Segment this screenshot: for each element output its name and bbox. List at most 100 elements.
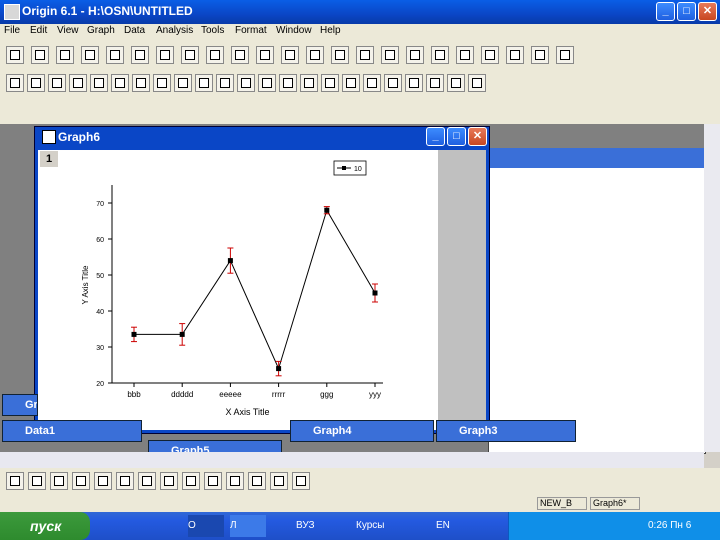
zoom-tool-icon[interactable]: [258, 74, 276, 92]
text-tool-icon[interactable]: [363, 74, 381, 92]
rectangle-tool-icon[interactable]: [447, 74, 465, 92]
taskbar-kursy[interactable]: Курсы: [356, 515, 406, 537]
import-multiple-icon[interactable]: [306, 46, 324, 64]
graph-minimize-button[interactable]: _: [426, 127, 445, 146]
zoom-out-icon[interactable]: [27, 74, 45, 92]
menu-file[interactable]: File: [4, 25, 20, 36]
vertical-scrollbar[interactable]: [704, 124, 720, 452]
menu-format[interactable]: Format: [235, 25, 267, 36]
command-window-icon[interactable]: [506, 46, 524, 64]
minimized-window-data1[interactable]: Data1: [2, 420, 142, 442]
taskbar-l[interactable]: Л: [230, 515, 266, 537]
new-worksheet-icon[interactable]: [6, 46, 24, 64]
speed-mode-icon[interactable]: [153, 74, 171, 92]
menu-window[interactable]: Window: [276, 25, 312, 36]
whole-page-icon[interactable]: [48, 74, 66, 92]
add-layer-icon[interactable]: [90, 74, 108, 92]
new-notes-icon-glyph: [160, 50, 170, 60]
send-back-icon[interactable]: [195, 74, 213, 92]
template-icon[interactable]: [292, 472, 310, 490]
open-template-icon[interactable]: [206, 46, 224, 64]
menu-data[interactable]: Data: [124, 25, 145, 36]
new-function-icon[interactable]: [131, 46, 149, 64]
new-notes-icon[interactable]: [156, 46, 174, 64]
zoom-in-icon[interactable]: [6, 74, 24, 92]
duplicate-icon[interactable]: [356, 46, 374, 64]
save-template-icon[interactable]: [256, 46, 274, 64]
arrange-layers-icon[interactable]: [111, 74, 129, 92]
menu-help[interactable]: Help: [320, 25, 341, 36]
box-chart-icon[interactable]: [248, 472, 266, 490]
language-indicator[interactable]: EN: [436, 515, 456, 537]
x-tick-label: bbb: [127, 390, 141, 399]
project-explorer-icon[interactable]: [481, 46, 499, 64]
layer-icon[interactable]: [556, 46, 574, 64]
menu-edit[interactable]: Edit: [30, 25, 47, 36]
graph-maximize-button[interactable]: □: [447, 127, 466, 146]
refresh-icon[interactable]: [381, 46, 399, 64]
menu-view[interactable]: View: [57, 25, 79, 36]
new-graph-icon[interactable]: [31, 46, 49, 64]
start-button[interactable]: пуск: [0, 512, 90, 540]
arrow-tool-icon[interactable]: [384, 74, 402, 92]
curved-arrow-icon[interactable]: [405, 74, 423, 92]
new-layout-icon[interactable]: [81, 46, 99, 64]
pie-chart-icon[interactable]: [116, 472, 134, 490]
ternary-plot-icon[interactable]: [204, 472, 222, 490]
vector-icon[interactable]: [270, 472, 288, 490]
import-ascii-icon[interactable]: [281, 46, 299, 64]
taskbar-vuz[interactable]: ВУЗ: [296, 515, 336, 537]
line-plot-icon[interactable]: [6, 472, 24, 490]
minimized-window-graph4[interactable]: Graph4: [290, 420, 434, 442]
curved-arrow-icon-glyph: [409, 78, 419, 88]
results-log-icon[interactable]: [406, 46, 424, 64]
draw-data-icon[interactable]: [342, 74, 360, 92]
code-builder-icon[interactable]: [431, 46, 449, 64]
scatter-plot-icon[interactable]: [28, 472, 46, 490]
screen-reader-icon[interactable]: [279, 74, 297, 92]
open-template-icon-glyph: [210, 50, 220, 60]
bring-front-icon[interactable]: [174, 74, 192, 92]
script-window-icon[interactable]: [456, 46, 474, 64]
layout-icon[interactable]: [132, 74, 150, 92]
data-selector-icon[interactable]: [321, 74, 339, 92]
menu-analysis[interactable]: Analysis: [156, 25, 193, 36]
clock-icon[interactable]: [216, 74, 234, 92]
minimized-window-gr[interactable]: Gr: [2, 394, 38, 416]
print-icon[interactable]: [331, 46, 349, 64]
background-window[interactable]: [488, 148, 706, 454]
pie-chart-icon-glyph: [120, 476, 130, 486]
column-plot-icon[interactable]: [72, 472, 90, 490]
rescale-icon[interactable]: [69, 74, 87, 92]
data-point: [324, 207, 330, 213]
line-symbol-icon[interactable]: [50, 472, 68, 490]
circle-tool-icon[interactable]: [468, 74, 486, 92]
minimize-button[interactable]: _: [656, 2, 675, 21]
refresh-icon-glyph: [385, 50, 395, 60]
pointer-icon[interactable]: [237, 74, 255, 92]
line-tool-icon[interactable]: [426, 74, 444, 92]
new-excel-icon-glyph: [110, 50, 120, 60]
menu-graph[interactable]: Graph: [87, 25, 115, 36]
polar-plot-icon[interactable]: [182, 472, 200, 490]
background-window-titlebar[interactable]: [488, 148, 704, 168]
high-low-icon[interactable]: [226, 472, 244, 490]
bar-plot-icon[interactable]: [94, 472, 112, 490]
data-reader-icon[interactable]: [300, 74, 318, 92]
horizontal-scrollbar[interactable]: [0, 452, 704, 468]
new-excel-icon[interactable]: [106, 46, 124, 64]
area-plot-icon[interactable]: [138, 472, 156, 490]
close-button[interactable]: ✕: [698, 2, 717, 21]
maximize-button[interactable]: □: [677, 2, 696, 21]
new-matrix-icon[interactable]: [56, 46, 74, 64]
origin-app-icon: [4, 4, 20, 20]
taskbar-origin[interactable]: O: [188, 515, 224, 537]
copy-page-icon[interactable]: [531, 46, 549, 64]
graph-close-button[interactable]: ✕: [468, 127, 487, 146]
import-multiple-icon-glyph: [310, 50, 320, 60]
minimized-window-graph3[interactable]: Graph3: [436, 420, 576, 442]
fill-area-icon[interactable]: [160, 472, 178, 490]
menu-tools[interactable]: Tools: [201, 25, 224, 36]
save-project-icon[interactable]: [231, 46, 249, 64]
open-icon[interactable]: [181, 46, 199, 64]
